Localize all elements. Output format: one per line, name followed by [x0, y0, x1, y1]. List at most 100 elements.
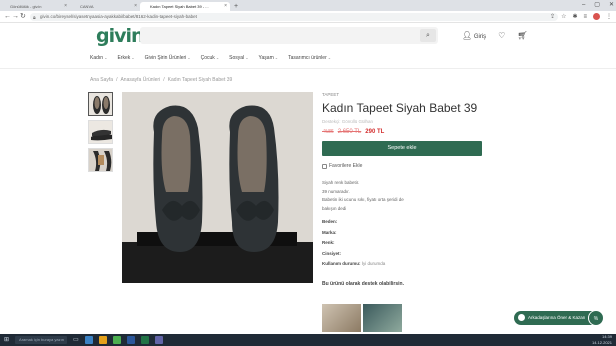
thumbnail-3[interactable]	[88, 148, 113, 172]
category-label: Kadın	[90, 55, 104, 61]
heart-icon[interactable]: ♡	[498, 31, 505, 40]
taskbar-search[interactable]: Aramak için buraya yazın	[15, 336, 68, 344]
category-item[interactable]: Tasarımcı ürünler⌄	[288, 52, 331, 64]
price-row: -%86 2.650 TL 290 TL	[322, 129, 488, 135]
product-description: Siyah renk babetir. 39 numaradır. Babeti…	[322, 179, 488, 213]
close-tab-icon[interactable]: ×	[134, 2, 137, 11]
category-item[interactable]: Erkek⌄	[117, 52, 134, 64]
product-attributes: Beden: Marka: Renk: Cinsiyet: Kullanım d…	[322, 217, 488, 270]
attribute-value: İyi durumda	[361, 261, 386, 266]
share-icon[interactable]: ⇪	[550, 12, 555, 22]
product-main-image[interactable]	[122, 92, 313, 283]
forward-icon[interactable]: →	[12, 12, 19, 22]
favorite-checkbox[interactable]	[322, 163, 327, 169]
seller-label: Destekçi:	[322, 119, 341, 124]
browser-tab-2[interactable]: CANVA ×	[70, 2, 140, 11]
browser-tab-1[interactable]: Gönüllülük - giv.in ×	[0, 2, 70, 11]
product-brand[interactable]: TAPEET	[322, 92, 488, 97]
url-field[interactable]: 🔒︎ givin.co/bireysel/siyasetnyaasia-ayak…	[30, 13, 558, 21]
back-icon[interactable]: ←	[4, 12, 11, 22]
description-line: bakışın dedi	[322, 205, 347, 211]
breadcrumb-category[interactable]: Anasayfa Ürünleri	[120, 77, 160, 83]
minimize-icon[interactable]: –	[582, 0, 585, 10]
tab-label: CANVA	[80, 4, 94, 9]
attribute-label: Beden:	[322, 219, 338, 224]
category-item[interactable]: Givin Şirin Ürünleri⌄	[145, 52, 191, 64]
referral-label: Arkadaşlarına Öner & Kazan	[528, 315, 586, 320]
edge-app-icon[interactable]	[84, 336, 93, 344]
address-bar-row: ← → ↻ 🔒︎ givin.co/bireysel/siyasetnyaasi…	[0, 11, 616, 23]
support-image-1[interactable]	[322, 304, 361, 332]
system-clock[interactable]: 14:39 14.12.2021	[592, 334, 612, 345]
category-item[interactable]: Çocuk⌄	[201, 52, 220, 64]
category-item[interactable]: Kadın⌄	[90, 52, 107, 64]
attribute-label: Kullanım durumu:	[322, 261, 361, 266]
current-price: 290 TL	[365, 129, 385, 135]
lock-icon: 🔒︎	[33, 15, 36, 21]
login-button[interactable]: 👤︎ Giriş	[462, 31, 486, 40]
breadcrumb: Ana Sayfa / Anasayfa Ürünleri / Kadın Ta…	[90, 77, 232, 83]
support-images	[322, 304, 402, 332]
support-image-2[interactable]	[363, 304, 402, 332]
attribute-label: Cinsiyet:	[322, 250, 342, 256]
description-line: 39 numaradır.	[322, 188, 350, 194]
reload-icon[interactable]: ↻	[20, 12, 26, 22]
thumbnail-list	[88, 92, 114, 176]
file-explorer-icon[interactable]	[98, 336, 107, 344]
chrome-app-icon[interactable]	[112, 336, 121, 344]
description-line: Siyah renk babetir.	[322, 180, 360, 185]
support-heading: Bu ürünü olarak destek olabilirsin.	[322, 280, 404, 287]
close-tab-icon[interactable]: ×	[64, 2, 67, 11]
tab-label: Kadın Tapeet Siyah Babet 39 - ...	[150, 4, 209, 9]
extensions-icon[interactable]: ✱	[572, 12, 577, 22]
attribute-row: Cinsiyet:	[322, 249, 488, 260]
site-header: givin ⌕ 👤︎ Giriş ♡ 🛒︎	[0, 23, 616, 49]
category-nav: Kadın⌄ Erkek⌄ Givin Şirin Ürünleri⌄ Çocu…	[0, 52, 616, 64]
os-taskbar: ⊞ Aramak için buraya yazın ▭ 14:39 14.12…	[0, 334, 616, 346]
percent-badge[interactable]: %	[588, 310, 604, 326]
breadcrumb-separator: /	[116, 77, 118, 83]
breadcrumb-current: Kadın Tapeet Siyah Babet 39	[167, 77, 233, 83]
word-app-icon[interactable]	[126, 336, 135, 344]
add-to-cart-button[interactable]: Sepete ekle	[322, 141, 482, 156]
header-divider	[0, 68, 616, 69]
thumbnail-1[interactable]	[88, 92, 113, 116]
clock-date: 14.12.2021	[591, 339, 612, 345]
seller-line: Destekçi: Gönüllü Gülhan	[322, 119, 488, 124]
chevron-down-icon: ⌄	[131, 55, 135, 60]
attribute-row: Renk:	[322, 238, 488, 249]
close-window-icon[interactable]: ✕	[609, 0, 614, 10]
login-label: Giriş	[473, 34, 487, 40]
category-label: Yaşam	[258, 55, 274, 61]
task-view-icon[interactable]: ▭	[73, 334, 79, 346]
bookmark-star-icon[interactable]: ☆	[561, 12, 566, 22]
reading-list-icon[interactable]: ≡	[583, 12, 587, 22]
menu-dots-icon[interactable]: ⋮	[606, 12, 612, 22]
chevron-down-icon: ⌄	[245, 55, 249, 60]
search-icon[interactable]: ⌕	[420, 29, 436, 42]
new-tab-button[interactable]: +	[234, 2, 238, 11]
attribute-label: Renk:	[322, 240, 335, 245]
category-item[interactable]: Sosyal⌄	[229, 52, 248, 64]
old-price: 2.650 TL	[337, 129, 362, 135]
add-to-favorites[interactable]: Favorilere Ekle	[322, 163, 488, 169]
browser-tab-3[interactable]: Kadın Tapeet Siyah Babet 39 - ... ×	[140, 2, 230, 11]
category-label: Sosyal	[229, 55, 245, 61]
site-logo[interactable]: givin	[96, 25, 145, 47]
close-tab-icon[interactable]: ×	[224, 2, 227, 11]
shoe-thumbnail-image	[89, 93, 112, 115]
thumbnail-2[interactable]	[88, 120, 113, 144]
seller-name[interactable]: Gönüllü Gülhan	[342, 119, 373, 124]
excel-app-icon[interactable]	[140, 336, 149, 344]
category-item[interactable]: Yaşam⌄	[259, 52, 279, 64]
chevron-down-icon: ⌄	[274, 55, 279, 60]
windows-start-icon[interactable]: ⊞	[4, 334, 9, 346]
header-actions: 👤︎ Giriş ♡ 🛒︎	[462, 31, 528, 40]
discount-badge: -%86	[322, 129, 334, 135]
maximize-icon[interactable]: ▢	[594, 0, 600, 10]
tab-label: Gönüllülük - giv.in	[10, 4, 42, 9]
breadcrumb-home[interactable]: Ana Sayfa	[90, 77, 113, 83]
teams-app-icon[interactable]	[154, 336, 163, 344]
profile-avatar[interactable]	[593, 13, 600, 20]
cart-icon[interactable]: 🛒︎	[517, 31, 527, 40]
